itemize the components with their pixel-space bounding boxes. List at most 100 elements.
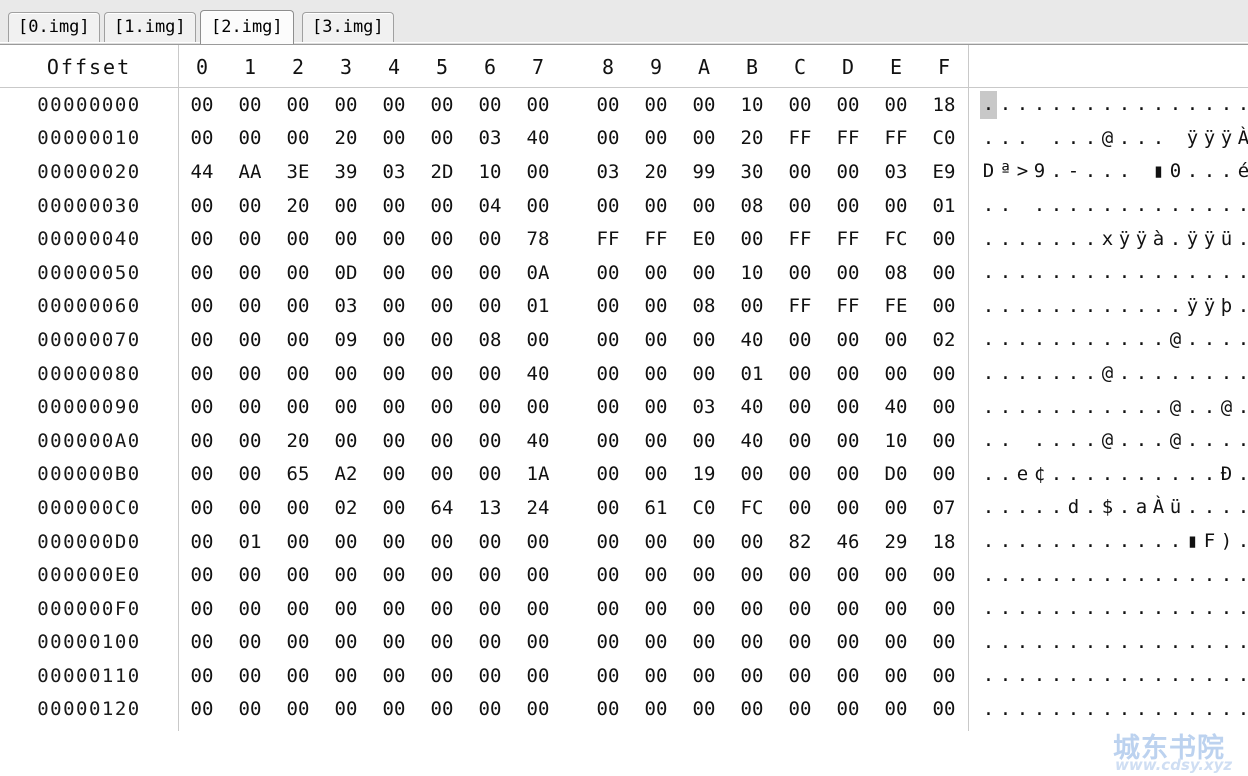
hex-byte-cell[interactable]: 08 (466, 329, 514, 351)
ascii-cell[interactable]: . (1184, 464, 1201, 484)
ascii-cell[interactable]: . (1184, 498, 1201, 517)
hex-byte-cell[interactable]: 00 (178, 262, 226, 284)
ascii-cell[interactable]: ÿ (1133, 229, 1150, 249)
ascii-cell[interactable]: . (1235, 364, 1248, 383)
ascii-cell[interactable]: . (1031, 330, 1048, 349)
ascii-cell[interactable]: . (1235, 565, 1248, 585)
ascii-cell[interactable]: ÿ (1184, 128, 1201, 148)
tab-1img[interactable]: [1.img] (104, 12, 196, 42)
hex-byte-cell[interactable]: 00 (178, 497, 226, 519)
hex-byte-cell[interactable]: 00 (274, 698, 322, 720)
hex-byte-cell[interactable]: FF (872, 127, 920, 149)
ascii-cell[interactable]: ▮ (1184, 532, 1201, 551)
hex-bytes[interactable]: 00 00 00 00 00 00 00 00 00 00 00 00 00 00 00 00 (178, 598, 968, 620)
ascii-cell[interactable]: @ (1167, 330, 1184, 349)
hex-row[interactable]: 00000030 00 00 20 00 00 00 04 00 00 00 00 08 00 00 00 01… (0, 189, 1248, 223)
ascii-cell[interactable]: . (1031, 364, 1048, 383)
hex-row[interactable]: 00000060 00 00 00 03 00 00 00 01 00 00 08 00 FF FF FE 00… (0, 290, 1248, 324)
hex-byte-cell[interactable]: 03 (466, 127, 514, 149)
ascii-cell[interactable]: . (1014, 263, 1031, 282)
hex-byte-cell[interactable]: 03 (322, 295, 370, 317)
hex-byte-cell[interactable]: 00 (466, 463, 514, 485)
ascii-cell[interactable]: . (1048, 263, 1065, 282)
hex-byte-cell[interactable]: 00 (824, 463, 872, 485)
ascii-cell[interactable]: . (1065, 330, 1082, 349)
ascii-cell[interactable]: . (1184, 95, 1201, 114)
hex-byte-cell[interactable]: 00 (418, 127, 466, 149)
hex-byte-cell[interactable]: FC (872, 228, 920, 250)
hex-byte-cell[interactable]: 00 (824, 598, 872, 620)
ascii-cell[interactable]: . (1082, 397, 1099, 417)
ascii-cell[interactable]: ÿ (1184, 296, 1201, 316)
ascii-cell[interactable]: . (997, 498, 1014, 517)
ascii-cell[interactable]: . (980, 532, 997, 551)
hex-bytes[interactable]: 00 01 00 00 00 00 00 00 00 00 00 00 82 46 29 18 (178, 531, 968, 553)
ascii-cell[interactable]: . (997, 431, 1014, 450)
hex-byte-cell[interactable]: E9 (920, 161, 968, 183)
hex-byte-cell[interactable]: 00 (728, 598, 776, 620)
hex-byte-cell[interactable]: 29 (872, 531, 920, 553)
ascii-cell[interactable]: . (1201, 95, 1218, 114)
hex-byte-cell[interactable]: 00 (514, 329, 562, 351)
hex-byte-cell[interactable]: 10 (728, 94, 776, 116)
ascii-cell[interactable]: . (1116, 565, 1133, 585)
ascii-cell[interactable]: . (1116, 162, 1133, 181)
ascii-cell[interactable]: . (997, 229, 1014, 249)
hex-byte-cell[interactable]: 00 (466, 295, 514, 317)
ascii-cell[interactable]: . (1150, 464, 1167, 484)
ascii-cell[interactable]: . (1167, 666, 1184, 685)
ascii-cell[interactable]: . (1235, 296, 1248, 316)
hex-byte-cell[interactable]: 09 (322, 329, 370, 351)
hex-byte-cell[interactable]: 00 (514, 94, 562, 116)
hex-byte-cell[interactable]: 00 (178, 228, 226, 250)
hex-bytes[interactable]: 00 00 65 A2 00 00 00 1A 00 00 19 00 00 00 D0 00 (178, 463, 968, 485)
ascii-cells[interactable]: ...........@..@. (968, 390, 1248, 424)
hex-byte-cell[interactable]: 02 (322, 497, 370, 519)
hex-byte-cell[interactable]: 00 (274, 665, 322, 687)
hex-byte-cell[interactable]: 00 (178, 665, 226, 687)
ascii-cell[interactable]: . (1082, 532, 1099, 551)
hex-byte-cell[interactable]: 04 (466, 195, 514, 217)
hex-byte-cell[interactable]: 00 (226, 497, 274, 519)
ascii-cell[interactable]: . (1048, 296, 1065, 316)
hex-byte-cell[interactable]: 00 (584, 295, 632, 317)
ascii-cell[interactable]: . (980, 364, 997, 383)
ascii-cell[interactable]: . (1116, 699, 1133, 719)
ascii-cell[interactable]: . (1133, 128, 1150, 148)
hex-byte-cell[interactable]: 00 (824, 698, 872, 720)
ascii-cell[interactable]: . (1167, 263, 1184, 282)
ascii-cell[interactable]: @ (1167, 397, 1184, 417)
hex-byte-cell[interactable]: C0 (680, 497, 728, 519)
ascii-cell[interactable]: . (997, 196, 1014, 215)
hex-byte-cell[interactable]: 00 (776, 195, 824, 217)
hex-byte-cell[interactable]: 00 (776, 631, 824, 653)
ascii-cell[interactable]: . (997, 95, 1014, 114)
ascii-cell[interactable]: 9 (1031, 162, 1048, 181)
hex-byte-cell[interactable]: 82 (776, 531, 824, 553)
hex-byte-cell[interactable]: 00 (418, 631, 466, 653)
hex-byte-cell[interactable]: 00 (418, 698, 466, 720)
hex-byte-cell[interactable]: 00 (370, 531, 418, 553)
hex-byte-cell[interactable]: 00 (322, 598, 370, 620)
hex-byte-cell[interactable]: 00 (632, 363, 680, 385)
ascii-cell[interactable]: . (1065, 699, 1082, 719)
hex-byte-cell[interactable]: 00 (418, 598, 466, 620)
ascii-cell[interactable]: @ (1099, 128, 1116, 148)
ascii-cell[interactable]: . (1082, 229, 1099, 249)
ascii-cell[interactable]: . (997, 263, 1014, 282)
hex-byte-cell[interactable]: 00 (226, 396, 274, 418)
hex-byte-cell[interactable]: 00 (514, 161, 562, 183)
ascii-cell[interactable]: . (1065, 196, 1082, 215)
ascii-cell[interactable]: . (1048, 699, 1065, 719)
ascii-cell[interactable]: . (1167, 364, 1184, 383)
ascii-cell[interactable]: . (1201, 330, 1218, 349)
hex-byte-cell[interactable]: 00 (178, 94, 226, 116)
hex-bytes[interactable]: 00 00 00 09 00 00 08 00 00 00 00 40 00 00 00 02 (178, 329, 968, 351)
hex-byte-cell[interactable]: FF (776, 228, 824, 250)
ascii-cell[interactable]: . (1031, 431, 1048, 450)
ascii-cell[interactable]: . (1201, 666, 1218, 685)
ascii-cell[interactable] (1133, 162, 1150, 181)
ascii-cell[interactable]: . (1048, 229, 1065, 249)
hex-byte-cell[interactable]: 44 (178, 161, 226, 183)
hex-byte-cell[interactable]: FE (872, 295, 920, 317)
